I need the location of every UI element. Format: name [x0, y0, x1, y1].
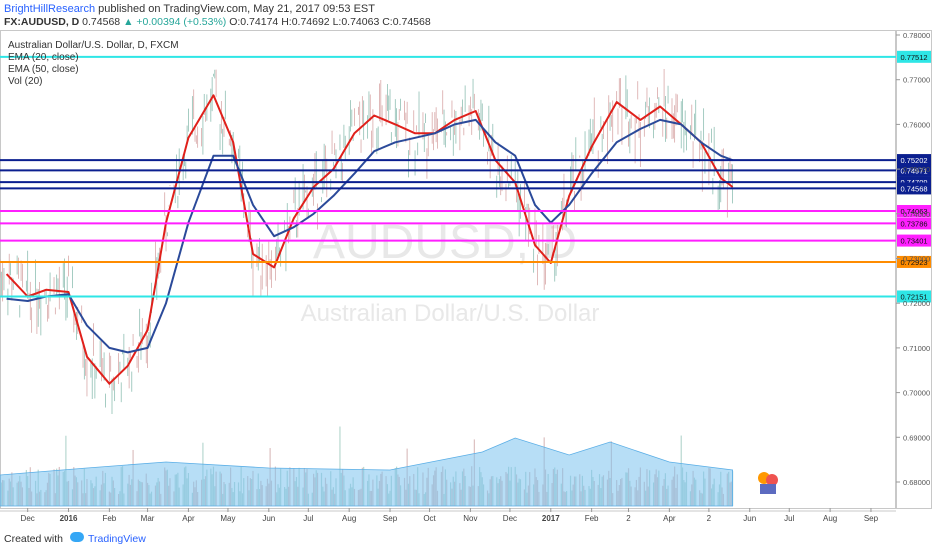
volume-ma-area [0, 437, 733, 507]
time-tick-label: Dec [21, 514, 35, 523]
time-tick-label: May [220, 514, 235, 523]
time-tick-label: Feb [102, 514, 116, 523]
price-tick-label: 0.77000 [903, 76, 930, 85]
time-tick-label: Mar [141, 514, 155, 523]
level-price-label: 0.77512 [900, 53, 927, 62]
legend-ema20[interactable]: EMA (20, close) [8, 52, 179, 64]
tradingview-logo-icon [70, 532, 84, 542]
watermark-name: Australian Dollar/U.S. Dollar [301, 300, 600, 327]
time-tick-label: Aug [342, 514, 356, 523]
time-tick-label: Apr [182, 514, 195, 523]
level-price-label: 0.74568 [900, 184, 927, 193]
event-badges[interactable] [758, 472, 778, 494]
time-tick-label: Sep [383, 514, 398, 523]
level-price-label: 0.75202 [900, 156, 927, 165]
time-tick-label: 2017 [542, 514, 560, 523]
level-price-label: 0.73786 [900, 219, 927, 228]
price-tick-label: 0.76000 [903, 120, 930, 129]
time-tick-label: Oct [423, 514, 436, 523]
time-tick-label: Aug [823, 514, 837, 523]
time-tick-label: Feb [585, 514, 599, 523]
time-tick-label: 2 [626, 514, 631, 523]
time-tick-label: Dec [503, 514, 517, 523]
price-tick-label: 0.71000 [903, 344, 930, 353]
price-tick-label: 0.68000 [903, 478, 930, 487]
time-ticks: Dec 2016 Feb Mar Apr May Jun Jul Aug Sep Oct Nov Dec… [21, 508, 879, 523]
footer: Created with TradingView [0, 528, 932, 550]
plot-frame [0, 30, 896, 509]
price-tick-label: 0.73000 [903, 255, 930, 264]
legend-ema50[interactable]: EMA (50, close) [8, 64, 179, 76]
split-badge-icon[interactable] [760, 484, 776, 494]
time-tick-label: Jul [784, 514, 794, 523]
price-tick-label: 0.69000 [903, 433, 930, 442]
time-tick-label: Nov [463, 514, 477, 523]
created-with-text: Created with [4, 533, 63, 545]
legend-volume[interactable]: Vol (20) [8, 76, 179, 88]
time-tick-label: 2 [707, 514, 712, 523]
price-tick-label: 0.78000 [903, 31, 930, 40]
time-tick-label: Jul [303, 514, 313, 523]
volume-pane [0, 426, 734, 507]
price-tick-label: 0.74000 [903, 210, 930, 219]
level-price-label: 0.73401 [900, 237, 927, 246]
time-tick-label: Jun [743, 514, 756, 523]
price-tick-label: 0.70000 [903, 389, 930, 398]
time-tick-label: Jun [262, 514, 275, 523]
time-tick-label: 2016 [60, 514, 78, 523]
indicator-legend: Australian Dollar/U.S. Dollar, D, FXCM E… [8, 40, 179, 88]
tradingview-link[interactable]: TradingView [88, 533, 146, 545]
price-tick-label: 0.72000 [903, 299, 930, 308]
time-tick-label: Apr [663, 514, 676, 523]
legend-title: Australian Dollar/U.S. Dollar, D, FXCM [8, 40, 179, 51]
price-tick-label: 0.75000 [903, 165, 930, 174]
time-tick-label: Sep [864, 514, 879, 523]
